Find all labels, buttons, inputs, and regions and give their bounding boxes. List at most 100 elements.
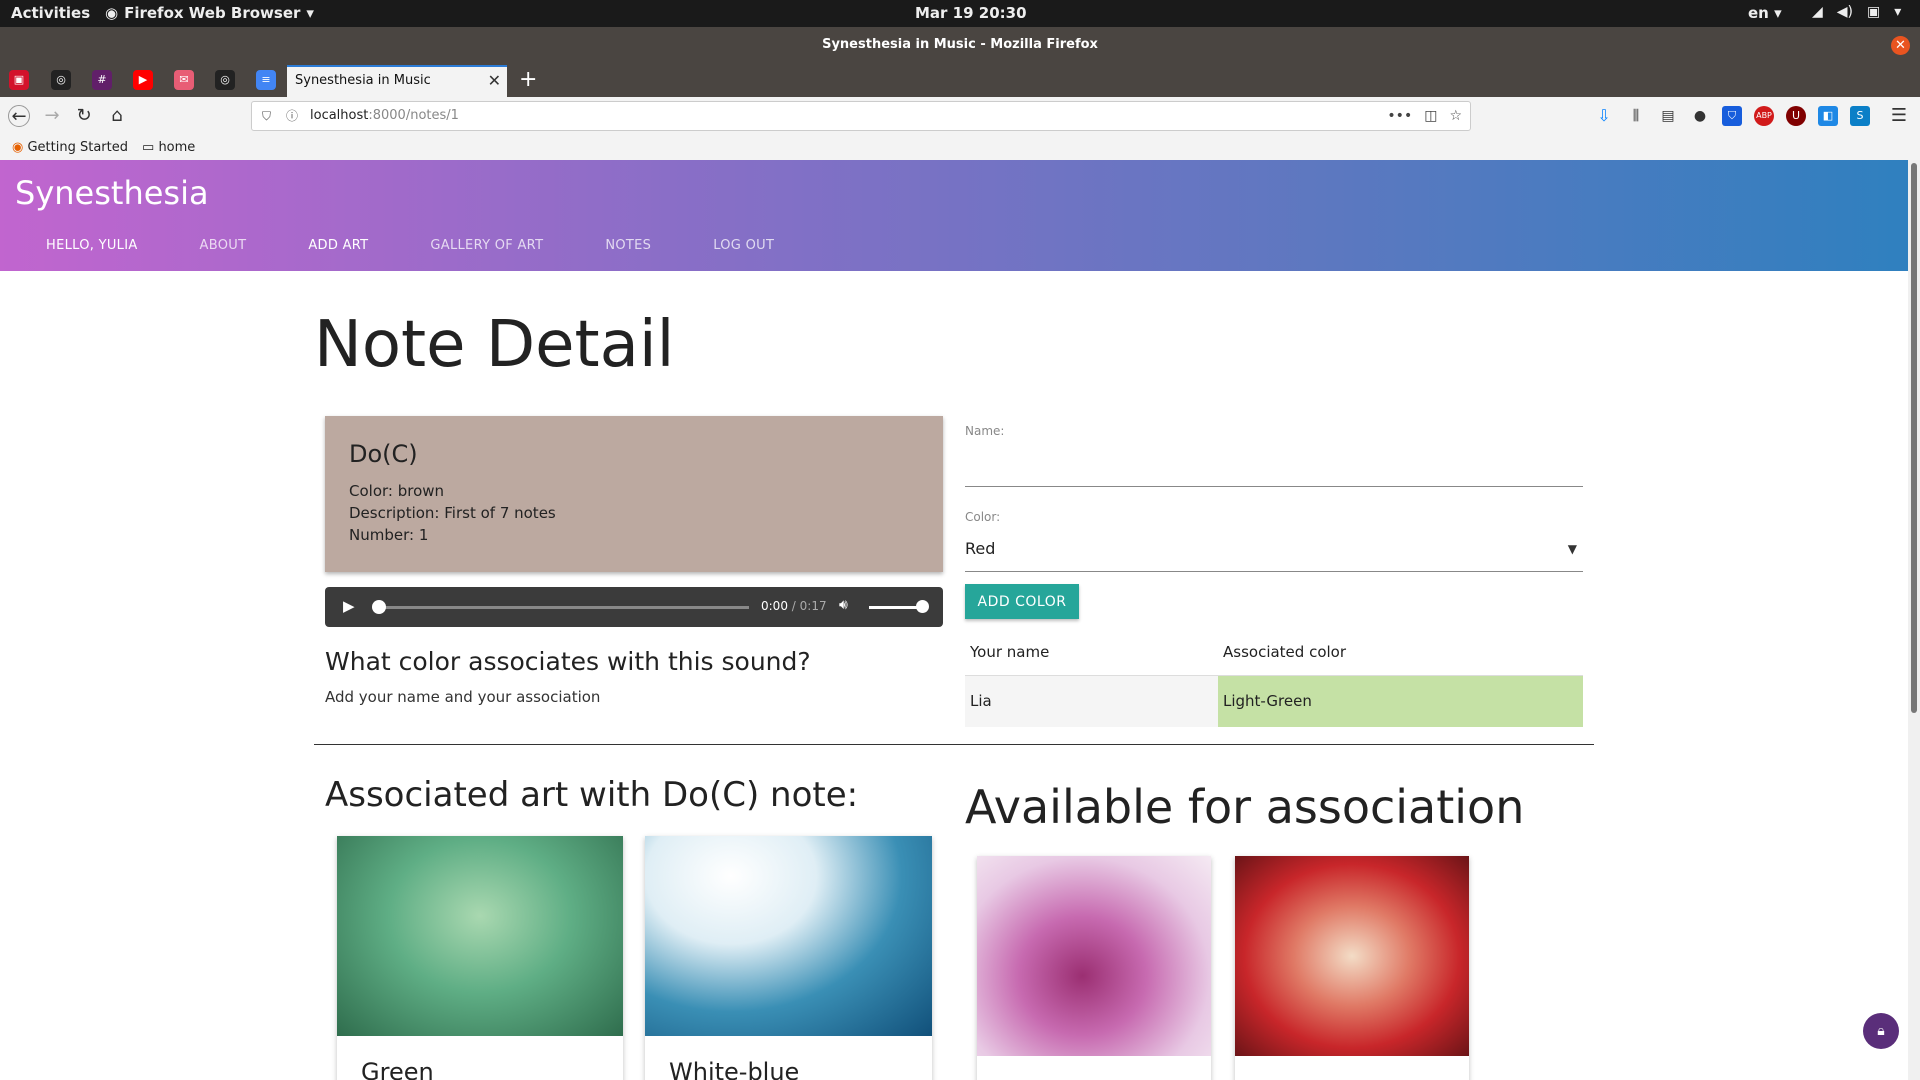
bookmark-getting-started[interactable]: ◉ Getting Started <box>12 140 128 155</box>
forward-button[interactable]: → <box>41 105 63 127</box>
tab-title: Synesthesia in Music <box>295 73 431 88</box>
lock-icon: ▣ <box>1867 4 1881 20</box>
bookmark-home-folder[interactable]: ▭ home <box>142 140 195 155</box>
ublock-icon[interactable]: U <box>1786 106 1806 126</box>
art-card-green[interactable]: Green <box>337 836 623 1080</box>
close-tab-icon[interactable]: ✕ <box>488 67 501 95</box>
available-art-heading: Available for association <box>965 780 1525 834</box>
header-associated-color: Associated color <box>1223 642 1347 661</box>
name-label: Name: <box>965 424 1005 438</box>
audio-total: 0:17 <box>799 599 827 613</box>
table-row: Lia Light-Green <box>965 674 1583 727</box>
url-path: :8000/notes/1 <box>368 108 459 123</box>
extension-icon[interactable]: ◧ <box>1818 106 1838 126</box>
name-input[interactable] <box>965 445 1583 487</box>
library-icon[interactable]: ⫼ <box>1626 106 1646 126</box>
audio-progress-knob[interactable] <box>372 600 386 614</box>
home-button[interactable]: ⌂ <box>106 105 128 127</box>
more-actions-icon[interactable]: ••• <box>1387 102 1412 130</box>
art-image-green <box>337 836 623 1036</box>
art-image-red <box>1235 856 1469 1056</box>
info-icon[interactable]: ⓘ <box>286 102 298 130</box>
pocket-icon[interactable]: ◫ <box>1424 102 1437 130</box>
color-select-value: Red <box>965 539 996 558</box>
art-caption <box>1235 1056 1469 1080</box>
pinned-tab-youtube-icon[interactable]: ▶ <box>133 70 153 90</box>
audio-current: 0:00 <box>761 599 788 613</box>
row-name: Lia <box>965 674 1218 727</box>
pinned-tab-github-icon[interactable]: ◎ <box>51 70 71 90</box>
site-brand[interactable]: Synesthesia <box>15 174 209 212</box>
art-image-purple <box>977 856 1211 1056</box>
associations-table: Your name Associated color Lia Light-Gre… <box>965 629 1583 727</box>
toolbar-icons: ⇩ ⫼ ▤ ● ⛉ ABP U ◧ S <box>1594 106 1870 126</box>
sidebar-icon[interactable]: ▤ <box>1658 106 1678 126</box>
association-subtext: Add your name and your association <box>325 688 601 706</box>
art-caption: Green <box>361 1058 434 1080</box>
firefox-icon: ◉ <box>105 4 119 22</box>
nav-hello-user[interactable]: HELLO, YULIA <box>46 238 138 253</box>
nav-gallery[interactable]: GALLERY OF ART <box>430 238 543 253</box>
pinned-tab-app-icon[interactable]: ▣ <box>9 70 29 90</box>
password-manager-lock-icon[interactable]: 🔒︎ <box>1863 1013 1899 1049</box>
nav-add-art[interactable]: ADD ART <box>308 238 368 253</box>
note-number: Number: 1 <box>349 526 429 544</box>
nav-logout[interactable]: LOG OUT <box>713 238 774 253</box>
pinned-tab-notification-icon[interactable]: ✉ <box>174 70 194 90</box>
url-bar[interactable]: ⛉ ⓘ localhost:8000/notes/1 ••• ◫ ☆ <box>251 101 1471 131</box>
url-host: localhost <box>310 108 369 123</box>
language-label: en <box>1748 4 1769 22</box>
row-color: Light-Green <box>1218 674 1583 727</box>
bookmark-label: Getting Started <box>27 140 128 155</box>
pinned-tab-slack-icon[interactable]: # <box>92 70 112 90</box>
audio-progress-track[interactable] <box>379 606 749 609</box>
page-scrollbar[interactable] <box>1908 160 1920 1080</box>
downloads-icon[interactable]: ⇩ <box>1594 106 1614 126</box>
os-top-bar: Activities ◉ Firefox Web Browser ▾ Mar 1… <box>0 0 1920 27</box>
volume-icon[interactable]: 🔊︎ <box>839 597 848 613</box>
audio-time: 0:00 / 0:17 <box>761 599 827 613</box>
activities-button[interactable]: Activities <box>11 4 90 22</box>
new-tab-button[interactable]: + <box>519 67 537 92</box>
site-nav: HELLO, YULIA ABOUT ADD ART GALLERY OF AR… <box>46 238 774 253</box>
play-icon[interactable]: ▶ <box>343 597 355 615</box>
volume-knob[interactable] <box>916 600 929 613</box>
folder-icon: ▭ <box>142 140 155 155</box>
pinned-tab-docs-icon[interactable]: ≡ <box>256 70 276 90</box>
tab-strip: ▣ ◎ # ▶ ✉ ◎ ≡ Synesthesia in Music ✕ + <box>0 63 1920 97</box>
add-color-button[interactable]: ADD COLOR <box>965 584 1079 619</box>
reload-button[interactable]: ↻ <box>73 105 95 127</box>
back-button[interactable]: ← <box>8 105 30 127</box>
available-art-card[interactable] <box>1235 856 1469 1080</box>
audio-separator: / <box>791 599 796 613</box>
site-header: Synesthesia HELLO, YULIA ABOUT ADD ART G… <box>0 160 1908 271</box>
firefox-icon: ◉ <box>12 140 24 155</box>
header-your-name: Your name <box>970 642 1050 661</box>
language-indicator[interactable]: en ▾ <box>1748 4 1782 22</box>
bitwarden-icon[interactable]: ⛉ <box>1722 106 1742 126</box>
tab-synesthesia[interactable]: Synesthesia in Music ✕ <box>287 65 507 97</box>
pinned-tab-github2-icon[interactable]: ◎ <box>215 70 235 90</box>
account-icon[interactable]: ● <box>1690 106 1710 126</box>
skype-icon[interactable]: S <box>1850 106 1870 126</box>
nav-about[interactable]: ABOUT <box>200 238 247 253</box>
scrollbar-thumb[interactable] <box>1911 163 1917 713</box>
wifi-icon: ◢ <box>1812 4 1823 20</box>
app-menu[interactable]: ◉ Firefox Web Browser ▾ <box>105 4 314 22</box>
system-tray[interactable]: ◢ ◀) ▣ ▾ <box>1812 4 1901 20</box>
color-select[interactable]: Red ▼ <box>965 532 1583 572</box>
clock[interactable]: Mar 19 20:30 <box>915 4 1027 22</box>
art-card-white-blue[interactable]: White-blue <box>645 836 932 1080</box>
adblock-icon[interactable]: ABP <box>1754 106 1774 126</box>
note-color: Color: brown <box>349 482 445 500</box>
art-image-white-blue <box>645 836 932 1036</box>
shield-icon[interactable]: ⛉ <box>262 102 271 130</box>
hamburger-menu-icon[interactable]: ☰ <box>1888 105 1910 127</box>
color-label: Color: <box>965 510 1001 524</box>
close-window-button[interactable]: ✕ <box>1891 36 1910 55</box>
nav-notes[interactable]: NOTES <box>605 238 651 253</box>
power-icon: ▾ <box>1894 4 1902 20</box>
bookmark-star-icon[interactable]: ☆ <box>1449 102 1462 130</box>
dropdown-caret-icon: ▼ <box>1567 542 1577 556</box>
available-art-card[interactable] <box>977 856 1211 1080</box>
